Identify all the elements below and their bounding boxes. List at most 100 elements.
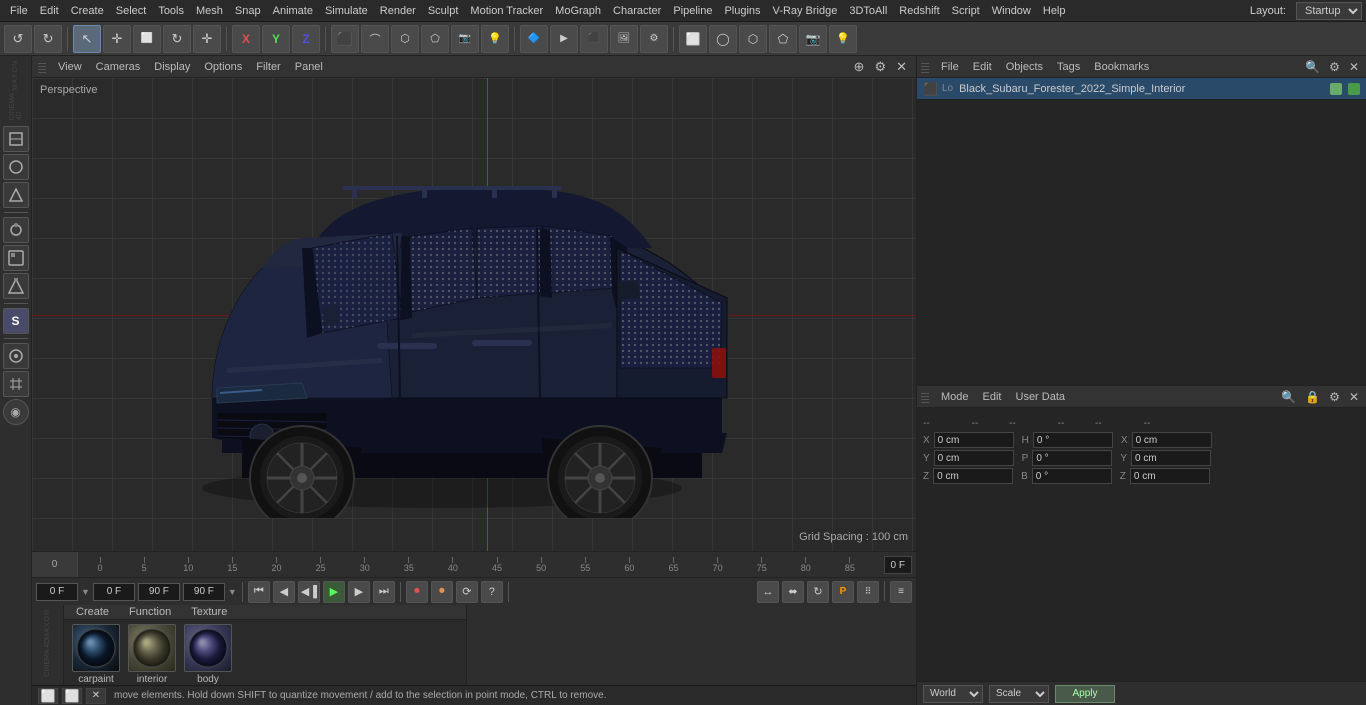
obj-edit-menu[interactable]: Edit — [967, 60, 998, 74]
generator-button[interactable]: ⬡ — [391, 25, 419, 53]
axis-z-button[interactable]: Z — [292, 25, 320, 53]
pos-x-field[interactable] — [934, 432, 1014, 448]
tl-mark-55[interactable]: 55 — [563, 557, 607, 573]
rotate-key-button[interactable]: ↻ — [807, 581, 829, 603]
tl-mark-40[interactable]: 40 — [431, 557, 475, 573]
background-button[interactable]: 📷 — [799, 25, 827, 53]
menu-pipeline[interactable]: Pipeline — [667, 3, 718, 19]
pos-y-field[interactable] — [934, 450, 1014, 466]
transform-tool-button[interactable]: ✛ — [193, 25, 221, 53]
pos-z-field[interactable] — [933, 468, 1013, 484]
foreground-button[interactable]: ⬠ — [769, 25, 797, 53]
material-body[interactable]: body — [184, 624, 232, 685]
vp-display-menu[interactable]: Display — [148, 60, 196, 74]
obj-settings-icon[interactable]: ⚙ — [1326, 60, 1343, 74]
vp-cameras-menu[interactable]: Cameras — [90, 60, 147, 74]
viewport-canvas[interactable]: Perspective Grid Spacing : 100 cm — [32, 78, 916, 551]
floor-button[interactable]: ⬜ — [679, 25, 707, 53]
scale-x-field[interactable] — [1132, 432, 1212, 448]
menu-window[interactable]: Window — [986, 3, 1037, 19]
model-mode-button[interactable] — [3, 126, 29, 152]
environment-button[interactable]: ⬡ — [739, 25, 767, 53]
tl-mark-85[interactable]: 85 — [828, 557, 872, 573]
scale-key-button[interactable]: ⬌ — [782, 581, 804, 603]
tl-mark-70[interactable]: 70 — [696, 557, 740, 573]
render-active-view-button[interactable]: ▶ — [550, 25, 578, 53]
edit-render-settings-button[interactable]: ⚙ — [640, 25, 668, 53]
spline-button[interactable]: ⌒ — [361, 25, 389, 53]
select-tool-button[interactable]: ↖ — [73, 25, 101, 53]
tl-mark-15[interactable]: 15 — [210, 557, 254, 573]
menu-snap[interactable]: Snap — [229, 3, 267, 19]
axis-x-button[interactable]: X — [232, 25, 260, 53]
grid-button[interactable] — [3, 371, 29, 397]
point-key-button[interactable]: ⠿ — [857, 581, 879, 603]
vp-view-menu[interactable]: View — [52, 60, 88, 74]
scale-select[interactable]: Scale Absolute Relative — [989, 685, 1049, 703]
weight-tool-button[interactable] — [3, 343, 29, 369]
help-button[interactable]: ? — [481, 581, 503, 603]
material-carpaint[interactable]: carpaint — [72, 624, 120, 685]
timeline-view-button[interactable]: ≡ — [890, 581, 912, 603]
end-frame-field[interactable] — [183, 583, 225, 601]
menu-mesh[interactable]: Mesh — [190, 3, 229, 19]
vp-filter-menu[interactable]: Filter — [250, 60, 286, 74]
status-icon-1[interactable]: ⬜ — [38, 688, 58, 704]
menu-edit[interactable]: Edit — [34, 3, 65, 19]
tl-mark-0[interactable]: 0 — [78, 557, 122, 573]
menu-redshift[interactable]: Redshift — [893, 3, 945, 19]
render-to-picture-viewer-button[interactable]: 🖼 — [610, 25, 638, 53]
axis-y-button[interactable]: Y — [262, 25, 290, 53]
menu-plugins[interactable]: Plugins — [718, 3, 766, 19]
deformer-button[interactable]: ⬠ — [421, 25, 449, 53]
tl-mark-20[interactable]: 20 — [254, 557, 298, 573]
menu-motion-tracker[interactable]: Motion Tracker — [464, 3, 549, 19]
vp-icon-expand[interactable]: ⊕ — [851, 59, 868, 75]
obj-visibility-icon[interactable] — [1348, 83, 1360, 95]
tl-mark-10[interactable]: 10 — [166, 557, 210, 573]
spline-mode-button[interactable] — [3, 273, 29, 299]
polygon-mode-button[interactable] — [3, 182, 29, 208]
material-interior[interactable]: interior — [128, 624, 176, 685]
menu-tools[interactable]: Tools — [152, 3, 190, 19]
paint-button[interactable]: ◉ — [3, 399, 29, 425]
tl-mark-80[interactable]: 80 — [784, 557, 828, 573]
tl-mark-35[interactable]: 35 — [387, 557, 431, 573]
s-tool-button[interactable]: S — [3, 308, 29, 334]
go-to-end-button[interactable]: ⏭ — [373, 581, 395, 603]
vp-icon-close[interactable]: ✕ — [893, 59, 910, 75]
object-button[interactable]: ⬛ — [331, 25, 359, 53]
menu-help[interactable]: Help — [1037, 3, 1072, 19]
attr-lock-icon[interactable]: 🔒 — [1302, 390, 1323, 404]
obj-file-menu[interactable]: File — [935, 60, 965, 74]
vp-panel-menu[interactable]: Panel — [289, 60, 329, 74]
rot-h-field[interactable] — [1033, 432, 1113, 448]
vp-options-menu[interactable]: Options — [198, 60, 248, 74]
mat-function-menu[interactable]: Function — [123, 605, 177, 619]
menu-render[interactable]: Render — [374, 3, 422, 19]
menu-vray[interactable]: V-Ray Bridge — [767, 3, 844, 19]
menu-mograph[interactable]: MoGraph — [549, 3, 607, 19]
undo-button[interactable]: ↺ — [4, 25, 32, 53]
menu-sculpt[interactable]: Sculpt — [422, 3, 465, 19]
go-to-start-button[interactable]: ⏮ — [248, 581, 270, 603]
compositor-button[interactable]: 💡 — [829, 25, 857, 53]
rot-b-field[interactable] — [1032, 468, 1112, 484]
pb-arrow-down2[interactable]: ▼ — [228, 587, 237, 597]
play-back-button[interactable]: ◀▐ — [298, 581, 320, 603]
camera-button[interactable]: 📷 — [451, 25, 479, 53]
auto-record-button[interactable]: ⏺ — [431, 581, 453, 603]
step-forward-button[interactable]: ▶ — [348, 581, 370, 603]
rotate-tool-button[interactable]: ↻ — [163, 25, 191, 53]
world-select[interactable]: World Local Screen — [923, 685, 983, 703]
point-mode-button[interactable] — [3, 245, 29, 271]
record-button[interactable]: ⏺ — [406, 581, 428, 603]
scale-y-field[interactable] — [1131, 450, 1211, 466]
light-button[interactable]: 💡 — [481, 25, 509, 53]
texture-mode-button[interactable] — [3, 154, 29, 180]
tl-mark-25[interactable]: 25 — [299, 557, 343, 573]
tl-mark-75[interactable]: 75 — [740, 557, 784, 573]
start-frame-field[interactable] — [36, 583, 78, 601]
vp-icon-settings[interactable]: ⚙ — [871, 59, 889, 75]
mat-texture-menu[interactable]: Texture — [185, 605, 233, 619]
